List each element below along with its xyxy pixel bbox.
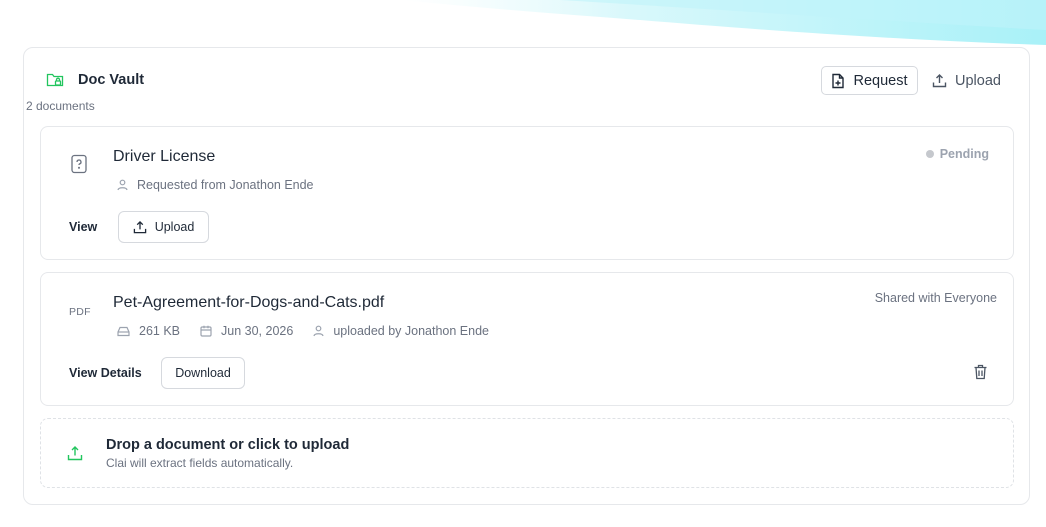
- upload-icon: [133, 220, 146, 234]
- document-title: Driver License: [113, 148, 216, 165]
- dropzone-subtitle: Clai will extract fields automatically.: [106, 456, 294, 470]
- view-link[interactable]: View: [69, 220, 97, 234]
- calendar-icon: [200, 325, 212, 337]
- request-button[interactable]: Request: [821, 66, 918, 95]
- upload-button[interactable]: Upload: [932, 66, 1008, 95]
- download-button[interactable]: Download: [161, 357, 245, 389]
- document-meta: Requested from Jonathon Ende: [117, 178, 314, 192]
- document-row: PDF Pet-Agreement-for-Dogs-and-Cats.pdf …: [40, 272, 1014, 406]
- file-date: Jun 30, 2026: [221, 324, 294, 338]
- vault-title: Doc Vault: [78, 72, 145, 88]
- hard-drive-icon: [117, 326, 130, 336]
- document-row: Driver License Requested from Jonathon E…: [40, 126, 1014, 260]
- user-icon: [313, 325, 324, 337]
- doc-vault-card: Doc Vault 2 documents Request Upload Dri…: [23, 47, 1030, 505]
- upload-dropzone[interactable]: Drop a document or click to upload Clai …: [40, 418, 1014, 488]
- dropzone-title: Drop a document or click to upload: [106, 437, 350, 453]
- upload-icon: [932, 74, 947, 88]
- document-count: 2 documents: [26, 99, 95, 113]
- folder-lock-icon: [46, 73, 64, 87]
- requested-from: Requested from Jonathon Ende: [137, 178, 314, 192]
- request-label: Request: [853, 72, 908, 89]
- upload-label: Upload: [955, 72, 1001, 89]
- status-dot: [925, 150, 934, 158]
- status-badge: Pending: [925, 147, 989, 161]
- document-meta: 261 KB Jun 30, 2026 uploaded by Jonathon…: [117, 324, 489, 338]
- user-icon: [117, 179, 128, 191]
- file-type-label: PDF: [69, 306, 91, 318]
- file-size: 261 KB: [139, 324, 181, 338]
- status-label: Pending: [939, 147, 989, 161]
- upload-icon: [67, 446, 83, 461]
- document-upload-button[interactable]: Upload: [118, 211, 209, 243]
- file-plus-icon: [832, 73, 845, 88]
- uploaded-by: uploaded by Jonathon Ende: [333, 324, 490, 338]
- trash-icon[interactable]: [973, 364, 988, 380]
- document-title: Pet-Agreement-for-Dogs-and-Cats.pdf: [113, 294, 385, 311]
- visibility-label: Shared with Everyone: [874, 291, 997, 305]
- file-question-icon: [71, 154, 87, 174]
- view-details-link[interactable]: View Details: [69, 366, 142, 380]
- document-upload-label: Upload: [154, 220, 195, 234]
